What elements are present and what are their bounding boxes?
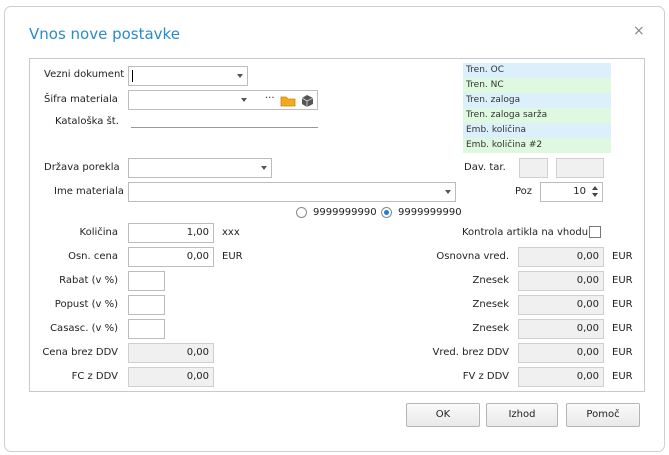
popust-label: Popust (v %) xyxy=(54,299,118,310)
stock-info-list[interactable]: Tren. OC Tren. NC Tren. zaloga Tren. zal… xyxy=(463,63,611,156)
chevron-down-icon[interactable] xyxy=(237,74,243,78)
text-cursor xyxy=(132,70,133,82)
vred-brez-ddv-value: 0,00 xyxy=(518,343,604,363)
list-item[interactable]: Emb. količina xyxy=(463,123,611,138)
folder-icon[interactable] xyxy=(280,94,296,107)
vred-brez-ddv-label: Vred. brez DDV xyxy=(432,347,509,358)
ok-button[interactable]: OK xyxy=(406,403,480,427)
osnovna-vred-label: Osnovna vred. xyxy=(436,251,509,262)
popust-input[interactable] xyxy=(128,295,165,315)
fc-z-ddv-label: FC z DDV xyxy=(71,371,118,382)
pomoc-button[interactable]: Pomoč xyxy=(566,403,640,427)
fv-z-ddv-label: FV z DDV xyxy=(462,371,509,382)
list-item[interactable]: Emb. količina #2 xyxy=(463,138,611,153)
sifra-materiala-label: Šifra materiala xyxy=(44,94,118,105)
box-icon[interactable] xyxy=(300,93,315,107)
kataloska-input[interactable] xyxy=(131,127,318,128)
osnovna-vred-unit: EUR xyxy=(612,251,633,262)
chevron-down-icon[interactable] xyxy=(241,98,247,102)
znesek-label: Znesek xyxy=(472,323,510,334)
arrow-up-icon[interactable] xyxy=(592,186,598,190)
casasc-label: Casasc. (v %) xyxy=(50,323,118,334)
more-icon[interactable]: ··· xyxy=(265,90,275,108)
rabat-input[interactable] xyxy=(128,271,165,291)
chevron-down-icon[interactable] xyxy=(445,190,451,194)
casasc-input[interactable] xyxy=(128,319,165,339)
osn-cena-label: Osn. cena xyxy=(68,251,118,262)
kontrola-checkbox[interactable] xyxy=(589,226,601,238)
kontrola-label: Kontrola artikla na vhodu xyxy=(462,227,589,238)
radio-option-1[interactable] xyxy=(296,207,307,218)
radio-option-1-label: 9999999990 xyxy=(313,207,377,218)
arrow-down-icon[interactable] xyxy=(592,193,598,197)
dav-tar-input-2 xyxy=(556,158,604,178)
list-item[interactable]: Tren. OC xyxy=(463,63,611,78)
vred-brez-ddv-unit: EUR xyxy=(612,347,633,358)
poz-stepper[interactable]: 10 xyxy=(540,182,603,202)
znesek-label: Znesek xyxy=(472,299,510,310)
drzava-porekla-select[interactable] xyxy=(128,158,272,178)
fc-z-ddv-value: 0,00 xyxy=(128,367,214,387)
dav-tar-label: Dav. tar. xyxy=(464,162,506,173)
izhod-button[interactable]: Izhod xyxy=(486,403,558,427)
poz-label: Poz xyxy=(515,186,533,197)
list-item[interactable]: Tren. NC xyxy=(463,78,611,93)
znesek-unit: EUR xyxy=(612,275,633,286)
sifra-materiala-input[interactable]: ··· xyxy=(128,90,318,110)
ime-materiala-select[interactable] xyxy=(128,182,456,202)
vezni-dokument-select[interactable] xyxy=(128,66,248,86)
drzava-porekla-label: Država porekla xyxy=(44,162,120,173)
znesek-value: 0,00 xyxy=(518,319,604,339)
vezni-dokument-label: Vezni dokument xyxy=(44,69,125,80)
rabat-label: Rabat (v %) xyxy=(59,275,118,286)
dialog-title: Vnos nove postavke xyxy=(29,25,180,43)
fv-z-ddv-value: 0,00 xyxy=(518,367,604,387)
ime-materiala-label: Ime materiala xyxy=(54,186,124,197)
close-icon[interactable]: × xyxy=(633,23,645,39)
radio-option-2[interactable] xyxy=(381,207,392,218)
kolicina-label: Količina xyxy=(79,227,118,238)
znesek-value: 0,00 xyxy=(518,295,604,315)
znesek-value: 0,00 xyxy=(518,271,604,291)
kolicina-unit: xxx xyxy=(222,227,240,238)
cena-brez-ddv-value: 0,00 xyxy=(128,343,214,363)
dav-tar-input-1 xyxy=(519,158,548,178)
fv-z-ddv-unit: EUR xyxy=(612,371,633,382)
kolicina-input[interactable]: 1,00 xyxy=(128,223,214,243)
chevron-down-icon[interactable] xyxy=(261,166,267,170)
radio-option-2-label: 9999999990 xyxy=(398,207,462,218)
poz-value: 10 xyxy=(573,186,586,197)
list-item[interactable]: Tren. zaloga xyxy=(463,93,611,108)
kataloska-label: Kataloška št. xyxy=(55,116,119,127)
cena-brez-ddv-label: Cena brez DDV xyxy=(42,347,118,358)
znesek-unit: EUR xyxy=(612,299,633,310)
znesek-label: Znesek xyxy=(472,275,510,286)
list-item[interactable]: Tren. zaloga sarža xyxy=(463,108,611,123)
osn-cena-unit: EUR xyxy=(222,251,243,262)
osnovna-vred-value: 0,00 xyxy=(518,247,604,267)
znesek-unit: EUR xyxy=(612,323,633,334)
osn-cena-input[interactable]: 0,00 xyxy=(128,247,214,267)
